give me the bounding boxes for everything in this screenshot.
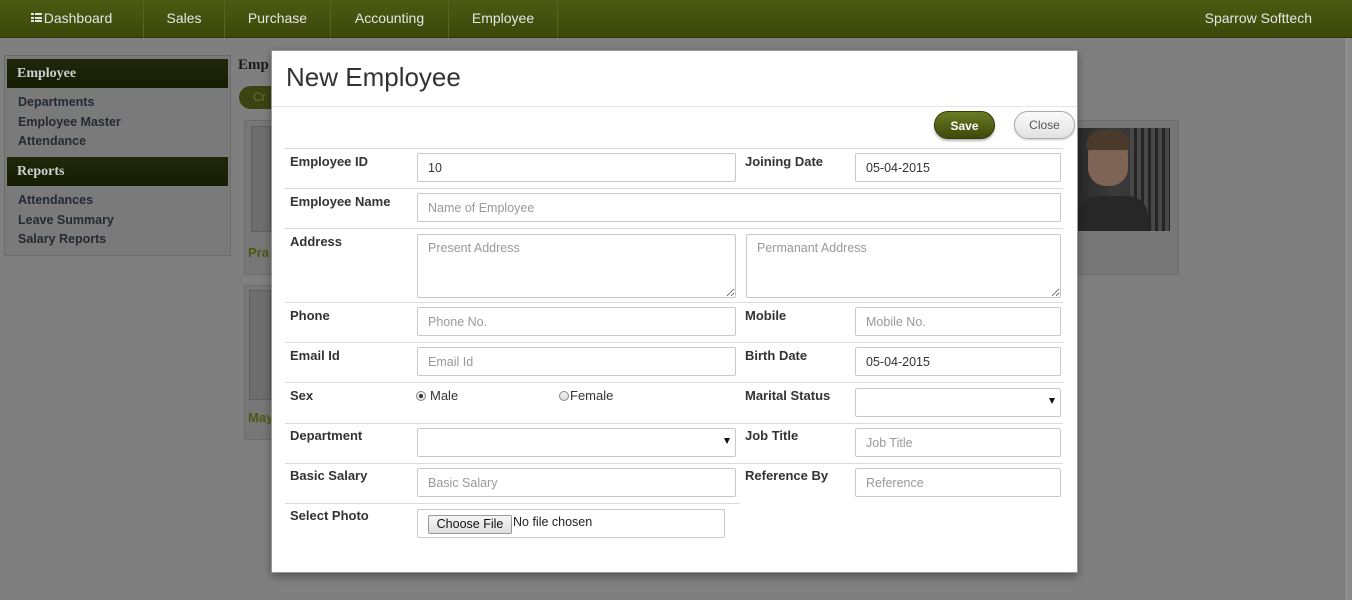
reference-by-label: Reference By — [745, 468, 829, 483]
page-title: Emp — [238, 57, 269, 73]
joining-date-label: Joining Date — [745, 154, 824, 169]
marital-status-label: Marital Status — [745, 388, 831, 403]
divider — [272, 106, 1077, 107]
sex-male-label[interactable]: Male — [430, 388, 458, 403]
phone-label: Phone — [290, 308, 330, 323]
employee-id-input[interactable] — [417, 153, 736, 182]
brand-name[interactable]: Sparrow Softtech — [1205, 0, 1312, 38]
employee-photo — [251, 126, 271, 232]
job-title-input[interactable] — [855, 428, 1061, 457]
sidebar-link-salary-reports[interactable]: Salary Reports — [18, 232, 106, 246]
nav-accounting[interactable]: Accounting — [331, 0, 449, 38]
sex-male-radio[interactable] — [416, 391, 426, 401]
sidebar-link-departments[interactable]: Departments — [18, 95, 94, 109]
divider — [285, 148, 1063, 149]
divider — [285, 503, 740, 504]
divider — [285, 423, 1063, 424]
birth-date-label: Birth Date — [745, 348, 808, 363]
mobile-input[interactable] — [855, 307, 1061, 336]
employee-card-name[interactable]: May — [248, 410, 273, 425]
employee-name-label: Employee Name — [290, 194, 391, 209]
nav-dashboard[interactable]: Dashboard — [0, 0, 144, 38]
marital-status-select[interactable] — [855, 388, 1061, 417]
department-select[interactable] — [417, 428, 736, 457]
employee-photo — [249, 290, 271, 400]
caret-down-icon — [1049, 398, 1055, 404]
save-button[interactable]: Save — [934, 111, 995, 139]
nav-dashboard-label: Dashboard — [43, 10, 113, 26]
sidebar: Employee Departments Employee Master Att… — [4, 55, 231, 256]
new-employee-modal: New Employee Save Close Employee ID Join… — [271, 50, 1078, 573]
nav-sales[interactable]: Sales — [144, 0, 225, 38]
divider — [285, 342, 1063, 343]
modal-title: New Employee — [286, 62, 461, 92]
divider — [285, 302, 1063, 303]
divider — [285, 228, 1063, 229]
basic-salary-label: Basic Salary — [290, 468, 368, 483]
job-title-label: Job Title — [745, 428, 799, 443]
present-address-textarea[interactable] — [417, 234, 736, 298]
employee-name-input[interactable] — [417, 193, 1061, 222]
mobile-label: Mobile — [745, 308, 787, 323]
caret-down-icon — [724, 438, 730, 444]
photo-file-input[interactable]: Choose File No file chosen — [417, 509, 725, 538]
sidebar-heading-reports: Reports — [7, 157, 228, 186]
nav-employee[interactable]: Employee — [449, 0, 558, 38]
permanent-address-textarea[interactable] — [746, 234, 1061, 298]
select-photo-label: Select Photo — [290, 508, 369, 523]
divider — [285, 188, 1063, 189]
divider — [285, 382, 1063, 383]
sidebar-link-attendance[interactable]: Attendance — [18, 134, 86, 148]
employee-photo — [1078, 128, 1170, 231]
reference-input[interactable] — [855, 468, 1061, 497]
joining-date-input[interactable] — [855, 153, 1061, 182]
email-input[interactable] — [417, 347, 736, 376]
sidebar-link-employee-master[interactable]: Employee Master — [18, 115, 121, 129]
basic-salary-input[interactable] — [417, 468, 736, 497]
sex-label: Sex — [290, 388, 314, 403]
divider — [285, 463, 1063, 464]
employee-id-label: Employee ID — [290, 154, 369, 169]
grid-icon — [30, 13, 42, 22]
sidebar-link-attendances[interactable]: Attendances — [18, 193, 93, 207]
nav-purchase[interactable]: Purchase — [225, 0, 331, 38]
choose-file-button[interactable]: Choose File — [428, 515, 512, 534]
sidebar-link-leave-summary[interactable]: Leave Summary — [18, 213, 114, 227]
department-label: Department — [290, 428, 363, 443]
file-status: No file chosen — [513, 515, 593, 529]
sex-female-label[interactable]: Female — [570, 388, 613, 403]
employee-card-name[interactable]: Pra — [248, 245, 269, 260]
phone-input[interactable] — [417, 307, 736, 336]
sex-female-radio[interactable] — [559, 391, 569, 401]
sidebar-heading-employee: Employee — [7, 59, 228, 88]
email-label: Email Id — [290, 348, 340, 363]
close-button[interactable]: Close — [1014, 111, 1075, 139]
birth-date-input[interactable] — [855, 347, 1061, 376]
address-label: Address — [290, 234, 343, 249]
top-nav: Dashboard Sales Purchase Accounting Empl… — [0, 0, 1352, 38]
scrollbar[interactable] — [1346, 38, 1352, 600]
